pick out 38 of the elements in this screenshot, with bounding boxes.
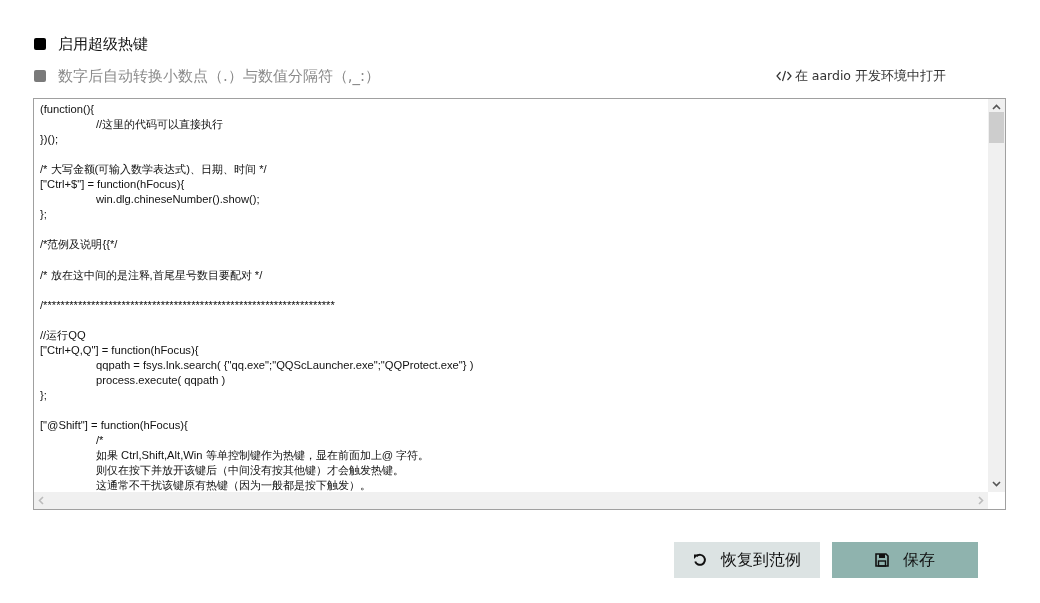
code-line: 则仅在按下并放开该键后（中间没有按其他键）才会触发热键。 [96, 464, 404, 477]
code-line: ["Ctrl+Q,Q"] = function(hFocus){ [40, 343, 199, 356]
vertical-scrollbar[interactable] [988, 99, 1005, 492]
code-line: })(); [40, 133, 59, 146]
scroll-left-icon [38, 496, 44, 505]
code-editor[interactable] [33, 98, 1006, 510]
code-line: //这里的代码可以直接执行 [96, 118, 224, 131]
code-icon [775, 70, 792, 82]
code-line: qqpath = fsys.lnk.search( {"qq.exe";"QQScLauncher.exe";"QQProtect.exe"} ) [96, 358, 474, 371]
save-icon [875, 553, 889, 567]
code-line: //运行QQ [40, 328, 86, 341]
open-in-ide-link[interactable]: 在 aardio 开发环境中打开 [775, 67, 946, 85]
save-button[interactable]: 保存 [832, 542, 978, 578]
code-line: ["@Shift"] = function(hFocus){ [40, 419, 188, 431]
code-line: (function(){ [40, 103, 95, 115]
option-label: 数字后自动转换小数点（.）与数值分隔符（,_:） [58, 66, 381, 86]
code-line: /******************************************************************* [40, 298, 335, 311]
code-line: /* 大写金额(可输入数学表达式)、日期、时间 */ [40, 163, 267, 176]
horizontal-scrollbar[interactable] [34, 492, 988, 509]
code-line: /* [96, 434, 104, 447]
undo-icon [693, 553, 707, 567]
option-label: 启用超级热键 [58, 34, 148, 54]
code-line: ["Ctrl+$"] = function(hFocus){ [40, 178, 185, 191]
checkbox[interactable] [34, 38, 46, 50]
code-line: /*范例及说明{{*/ [40, 238, 118, 251]
code-line: 这通常不干扰该键原有热键（因为一般都是按下触发）。 [96, 479, 371, 492]
scroll-down-icon [992, 481, 1001, 487]
scroll-right-icon [978, 496, 984, 505]
scroll-up-icon [992, 104, 1001, 110]
code-line: process.execute( qqpath ) [96, 373, 226, 386]
restore-button[interactable]: 恢复到范例 [674, 542, 820, 578]
code-line: }; [40, 388, 47, 401]
scrollbar-thumb[interactable] [989, 112, 1004, 143]
code-line: win.dlg.chineseNumber().show(); [96, 193, 260, 206]
code-line: }; [40, 208, 47, 221]
code-line: 如果 Ctrl,Shift,Alt,Win 等单控制键作为热键，显在前面加上@ 字符。 [96, 449, 430, 462]
code-line: /* 放在这中间的是注释,首尾星号数目要配对 */ [40, 268, 263, 281]
checkbox[interactable] [34, 70, 46, 82]
